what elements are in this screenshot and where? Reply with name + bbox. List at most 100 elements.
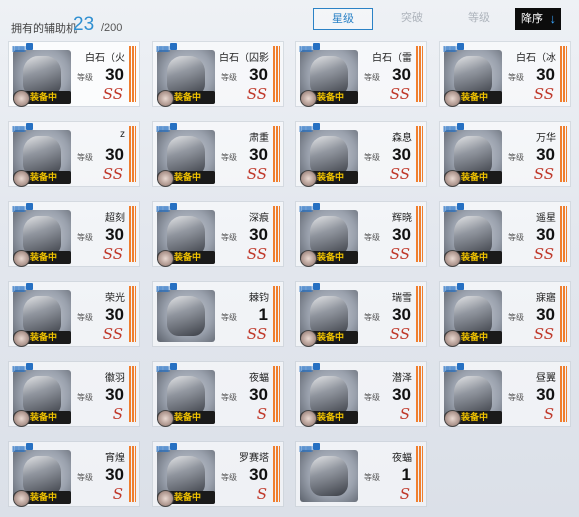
lock-icon[interactable] [457, 363, 464, 370]
unit-card[interactable]: ▦▦ 白石（冰 等级 30 SS 装备中 [440, 42, 570, 107]
lock-icon[interactable] [313, 203, 320, 210]
class-badge-icon: ▦▦ [443, 284, 457, 293]
class-badge-icon: ▦▦ [299, 204, 313, 213]
unit-card[interactable]: ▦▦ 夜蝠 等级 30 S 装备中 [153, 362, 283, 427]
unit-card[interactable]: ▦▦ 白石（火 等级 30 SS 装备中 [9, 42, 139, 107]
lock-icon[interactable] [457, 43, 464, 50]
unit-card[interactable]: ▦▦ 白石（囚影 等级 30 SS 装备中 [153, 42, 283, 107]
equipped-tag: 装备中 [300, 90, 358, 107]
unit-card[interactable]: ▦▦ 罗赛塔 等级 30 S 装备中 [153, 442, 283, 507]
unit-card[interactable]: ▦▦ 棘钧 等级 1 SS [153, 282, 283, 346]
lock-icon[interactable] [457, 203, 464, 210]
rank-badge: SS [389, 165, 410, 183]
level-label: 等级 [77, 393, 93, 402]
pilot-avatar [300, 250, 317, 267]
class-badge-icon: ▦▦ [299, 284, 313, 293]
lock-icon[interactable] [170, 363, 177, 370]
rarity-stripe [273, 366, 280, 422]
lock-icon[interactable] [313, 363, 320, 370]
lock-icon[interactable] [457, 123, 464, 130]
unit-name: 森息 [392, 133, 412, 144]
rarity-stripe [560, 46, 567, 102]
unit-card[interactable]: ▦▦ 万华 等级 30 SS 装备中 [440, 122, 570, 187]
rarity-stripe [560, 126, 567, 182]
unit-card[interactable]: ▦▦ 寐寤 等级 30 SS 装备中 [440, 282, 570, 347]
pilot-avatar [444, 90, 461, 107]
equipped-label: 装备中 [30, 92, 58, 102]
unit-name: 万华 [536, 133, 556, 144]
rank-badge: SS [389, 325, 410, 343]
rarity-stripe [273, 286, 280, 342]
unit-level: 30 [392, 305, 411, 324]
tab-star[interactable]: 星级 [313, 8, 373, 30]
lock-icon[interactable] [170, 203, 177, 210]
unit-card[interactable]: ▦▦ 森息 等级 30 SS 装备中 [296, 122, 426, 187]
lock-icon[interactable] [26, 203, 33, 210]
unit-card[interactable]: ▦▦ 辉晓 等级 30 SS 装备中 [296, 202, 426, 267]
rarity-stripe [129, 126, 136, 182]
lock-icon[interactable] [170, 443, 177, 450]
lock-icon[interactable] [313, 443, 320, 450]
rarity-stripe [129, 206, 136, 262]
lock-icon[interactable] [26, 123, 33, 130]
tab-level[interactable]: 等级 [450, 8, 508, 28]
lock-icon[interactable] [313, 123, 320, 130]
unit-name: z [120, 129, 125, 140]
unit-level: 30 [105, 465, 124, 484]
sort-order-button[interactable]: 降序 ↓ [515, 8, 561, 30]
equipped-tag: 装备中 [444, 170, 502, 187]
lock-icon[interactable] [170, 283, 177, 290]
level-label: 等级 [508, 153, 524, 162]
equipped-label: 装备中 [317, 252, 345, 262]
unit-name: 超刻 [105, 213, 125, 224]
equipped-label: 装备中 [30, 172, 58, 182]
equipped-label: 装备中 [30, 252, 58, 262]
unit-name: 潜泽 [392, 373, 412, 384]
equipped-tag: 装备中 [300, 250, 358, 267]
level-label: 等级 [364, 73, 380, 82]
class-badge-icon: ▦▦ [299, 124, 313, 133]
unit-level: 30 [105, 305, 124, 324]
equipped-tag: 装备中 [444, 90, 502, 107]
unit-card[interactable]: ▦▦ z 等级 30 SS 装备中 [9, 122, 139, 187]
unit-card[interactable]: ▦▦ 深痕 等级 30 SS 装备中 [153, 202, 283, 267]
unit-card[interactable]: ▦▦ 白石（雷 等级 30 SS 装备中 [296, 42, 426, 107]
lock-icon[interactable] [26, 443, 33, 450]
unit-card[interactable]: ▦▦ 潜泽 等级 30 S 装备中 [296, 362, 426, 427]
lock-icon[interactable] [313, 283, 320, 290]
owned-count: 23 [73, 14, 95, 35]
equipped-label: 装备中 [461, 332, 489, 342]
rarity-stripe [129, 366, 136, 422]
lock-icon[interactable] [457, 283, 464, 290]
lock-icon[interactable] [26, 363, 33, 370]
lock-icon[interactable] [26, 283, 33, 290]
unit-name: 夜蝠 [392, 453, 412, 464]
unit-card[interactable]: ▦▦ 遥星 等级 30 SS 装备中 [440, 202, 570, 267]
lock-icon[interactable] [313, 43, 320, 50]
rank-badge: SS [246, 325, 267, 343]
lock-icon[interactable] [26, 43, 33, 50]
lock-icon[interactable] [170, 123, 177, 130]
unit-card[interactable]: ▦▦ 荣光 等级 30 SS 装备中 [9, 282, 139, 347]
equipped-tag: 装备中 [13, 250, 71, 267]
rank-badge: SS [533, 85, 554, 103]
equipped-tag: 装备中 [13, 170, 71, 187]
unit-card[interactable]: ▦▦ 肃重 等级 30 SS 装备中 [153, 122, 283, 187]
tab-breakthrough[interactable]: 突破 [383, 8, 441, 28]
unit-name: 徽羽 [105, 373, 125, 384]
unit-card[interactable]: ▦▦ 瑞雪 等级 30 SS 装备中 [296, 282, 426, 347]
class-badge-icon: ▦▦ [12, 444, 26, 453]
rank-badge: SS [389, 85, 410, 103]
pilot-avatar [300, 330, 317, 347]
unit-card[interactable]: ▦▦ 徽羽 等级 30 S 装备中 [9, 362, 139, 427]
unit-card[interactable]: ▦▦ 昼翼 等级 30 S 装备中 [440, 362, 570, 427]
lock-icon[interactable] [170, 43, 177, 50]
equipped-tag: 装备中 [13, 410, 71, 427]
unit-card[interactable]: ▦▦ 超刻 等级 30 SS 装备中 [9, 202, 139, 267]
unit-card[interactable]: ▦▦ 宵煌 等级 30 S 装备中 [9, 442, 139, 507]
class-badge-icon: ▦▦ [443, 44, 457, 53]
unit-name: 白石（雷 [372, 53, 412, 64]
rank-badge: S [112, 405, 123, 423]
unit-level: 30 [249, 465, 268, 484]
unit-card[interactable]: ▦▦ 夜蝠 等级 1 S [296, 442, 426, 506]
